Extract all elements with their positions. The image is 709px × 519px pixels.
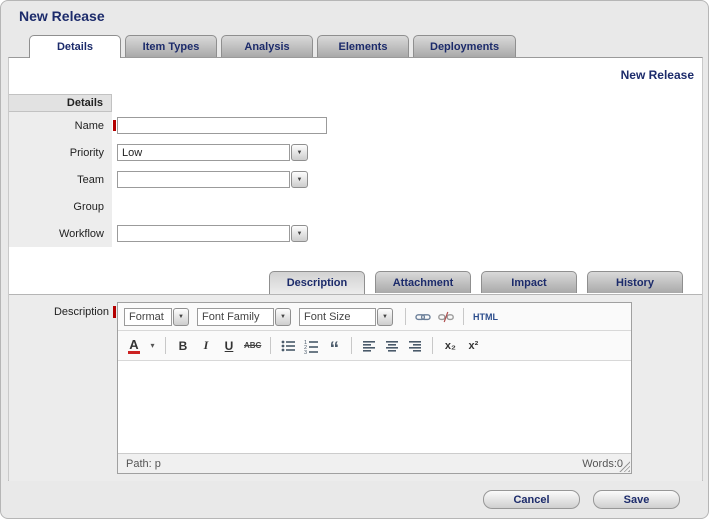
save-button[interactable]: Save bbox=[593, 490, 680, 509]
rich-text-editor: Format ▼ Font Family ▼ Font Size ▼ bbox=[117, 302, 632, 474]
tab-attachment-label: Attachment bbox=[393, 277, 454, 289]
toolbar-separator bbox=[405, 308, 406, 325]
strikethrough-button[interactable]: ABC bbox=[242, 336, 263, 356]
font-size-select-value[interactable]: Font Size bbox=[299, 308, 376, 326]
dropdown-arrow-icon[interactable]: ▼ bbox=[291, 225, 308, 242]
tab-analysis-label: Analysis bbox=[244, 41, 289, 53]
priority-select-value[interactable]: Low bbox=[117, 144, 290, 161]
editor-word-count: Words:0 bbox=[582, 458, 623, 470]
align-left-icon[interactable] bbox=[359, 336, 379, 356]
toolbar-separator bbox=[270, 337, 271, 354]
tab-description[interactable]: Description bbox=[269, 271, 365, 294]
name-field-row: Name bbox=[9, 112, 669, 139]
tab-details-label: Details bbox=[57, 41, 93, 53]
toolbar-separator bbox=[432, 337, 433, 354]
tab-elements-label: Elements bbox=[339, 41, 388, 53]
tab-item-types-label: Item Types bbox=[143, 41, 200, 53]
name-input[interactable] bbox=[117, 117, 327, 134]
italic-button[interactable]: I bbox=[196, 336, 216, 356]
tab-deployments-label: Deployments bbox=[430, 41, 499, 53]
tab-analysis[interactable]: Analysis bbox=[221, 35, 313, 57]
unordered-list-icon[interactable] bbox=[278, 336, 298, 356]
tab-attachment[interactable]: Attachment bbox=[375, 271, 471, 293]
remove-link-icon[interactable] bbox=[436, 307, 456, 327]
workflow-label: Workflow bbox=[9, 228, 112, 240]
font-family-select-value[interactable]: Font Family bbox=[197, 308, 274, 326]
description-label-row: Description bbox=[9, 305, 119, 321]
team-field-row: Team ▼ bbox=[9, 166, 669, 193]
details-form: Details Name Priority Low ▼ Team bbox=[9, 94, 669, 247]
editor-path: Path: p bbox=[126, 458, 161, 470]
content-panel: New Release Details Name Priority Low ▼ bbox=[8, 57, 703, 481]
dropdown-arrow-icon[interactable]: ▼ bbox=[275, 308, 291, 326]
toolbar-separator bbox=[351, 337, 352, 354]
editor-toolbar-row2: A ▾ B I U ABC 123 “ bbox=[118, 331, 631, 361]
font-color-dropdown-arrow-icon[interactable]: ▾ bbox=[147, 336, 158, 356]
tab-impact[interactable]: Impact bbox=[481, 271, 577, 293]
required-marker-icon bbox=[113, 306, 116, 318]
editor-text-area[interactable] bbox=[118, 361, 631, 453]
description-label: Description bbox=[54, 306, 109, 318]
tab-history-label: History bbox=[616, 277, 654, 289]
tab-deployments[interactable]: Deployments bbox=[413, 35, 516, 57]
details-section-header-label: Details bbox=[67, 97, 103, 109]
toolbar-separator bbox=[463, 308, 464, 325]
team-select-value[interactable] bbox=[117, 171, 290, 188]
tab-history[interactable]: History bbox=[587, 271, 683, 293]
team-label: Team bbox=[9, 174, 112, 186]
workflow-select-value[interactable] bbox=[117, 225, 290, 242]
font-family-select[interactable]: Font Family ▼ bbox=[197, 308, 291, 326]
svg-text:3: 3 bbox=[304, 350, 307, 354]
bold-button[interactable]: B bbox=[173, 336, 193, 356]
required-marker-icon bbox=[113, 120, 116, 131]
priority-label: Priority bbox=[9, 147, 112, 159]
sub-tabbar: Description Attachment Impact History bbox=[269, 271, 683, 293]
dropdown-arrow-icon[interactable]: ▼ bbox=[377, 308, 393, 326]
blockquote-icon[interactable]: “ bbox=[324, 336, 344, 356]
font-color-letter: A bbox=[128, 338, 139, 354]
tab-impact-label: Impact bbox=[511, 277, 546, 289]
font-color-button[interactable]: A bbox=[124, 336, 144, 356]
dropdown-arrow-icon[interactable]: ▼ bbox=[291, 171, 308, 188]
format-select-value[interactable]: Format bbox=[124, 308, 172, 326]
section-title: New Release bbox=[621, 68, 694, 82]
main-tabbar: Details Item Types Analysis Elements Dep… bbox=[29, 35, 516, 57]
insert-link-icon[interactable] bbox=[413, 307, 433, 327]
underline-button[interactable]: U bbox=[219, 336, 239, 356]
superscript-button[interactable]: x² bbox=[463, 336, 483, 356]
cancel-button[interactable]: Cancel bbox=[483, 490, 580, 509]
font-size-select[interactable]: Font Size ▼ bbox=[299, 308, 393, 326]
page-title: New Release bbox=[19, 8, 105, 24]
name-label: Name bbox=[9, 120, 112, 132]
description-section: Description Format ▼ Font Family ▼ Font … bbox=[9, 294, 702, 481]
tab-item-types[interactable]: Item Types bbox=[125, 35, 217, 57]
editor-toolbar-row1: Format ▼ Font Family ▼ Font Size ▼ bbox=[118, 303, 631, 331]
group-field-row: Group bbox=[9, 193, 669, 220]
align-center-icon[interactable] bbox=[382, 336, 402, 356]
new-release-window: New Release Details Item Types Analysis … bbox=[0, 0, 709, 519]
workflow-select[interactable]: ▼ bbox=[117, 225, 308, 242]
format-select[interactable]: Format ▼ bbox=[124, 308, 189, 326]
workflow-field-row: Workflow ▼ bbox=[9, 220, 669, 247]
priority-field-row: Priority Low ▼ bbox=[9, 139, 669, 166]
tab-details[interactable]: Details bbox=[29, 35, 121, 58]
subscript-button[interactable]: x₂ bbox=[440, 336, 460, 356]
priority-select[interactable]: Low ▼ bbox=[117, 144, 308, 161]
editor-statusbar: Path: p Words:0 bbox=[118, 453, 631, 473]
ordered-list-icon[interactable]: 123 bbox=[301, 336, 321, 356]
dropdown-arrow-icon[interactable]: ▼ bbox=[173, 308, 189, 326]
align-right-icon[interactable] bbox=[405, 336, 425, 356]
tab-elements[interactable]: Elements bbox=[317, 35, 409, 57]
dropdown-arrow-icon[interactable]: ▼ bbox=[291, 144, 308, 161]
group-label: Group bbox=[9, 201, 112, 213]
team-select[interactable]: ▼ bbox=[117, 171, 308, 188]
details-section-header: Details bbox=[9, 94, 112, 112]
toolbar-separator bbox=[165, 337, 166, 354]
html-source-button[interactable]: HTML bbox=[471, 307, 500, 327]
tab-description-label: Description bbox=[287, 277, 348, 289]
